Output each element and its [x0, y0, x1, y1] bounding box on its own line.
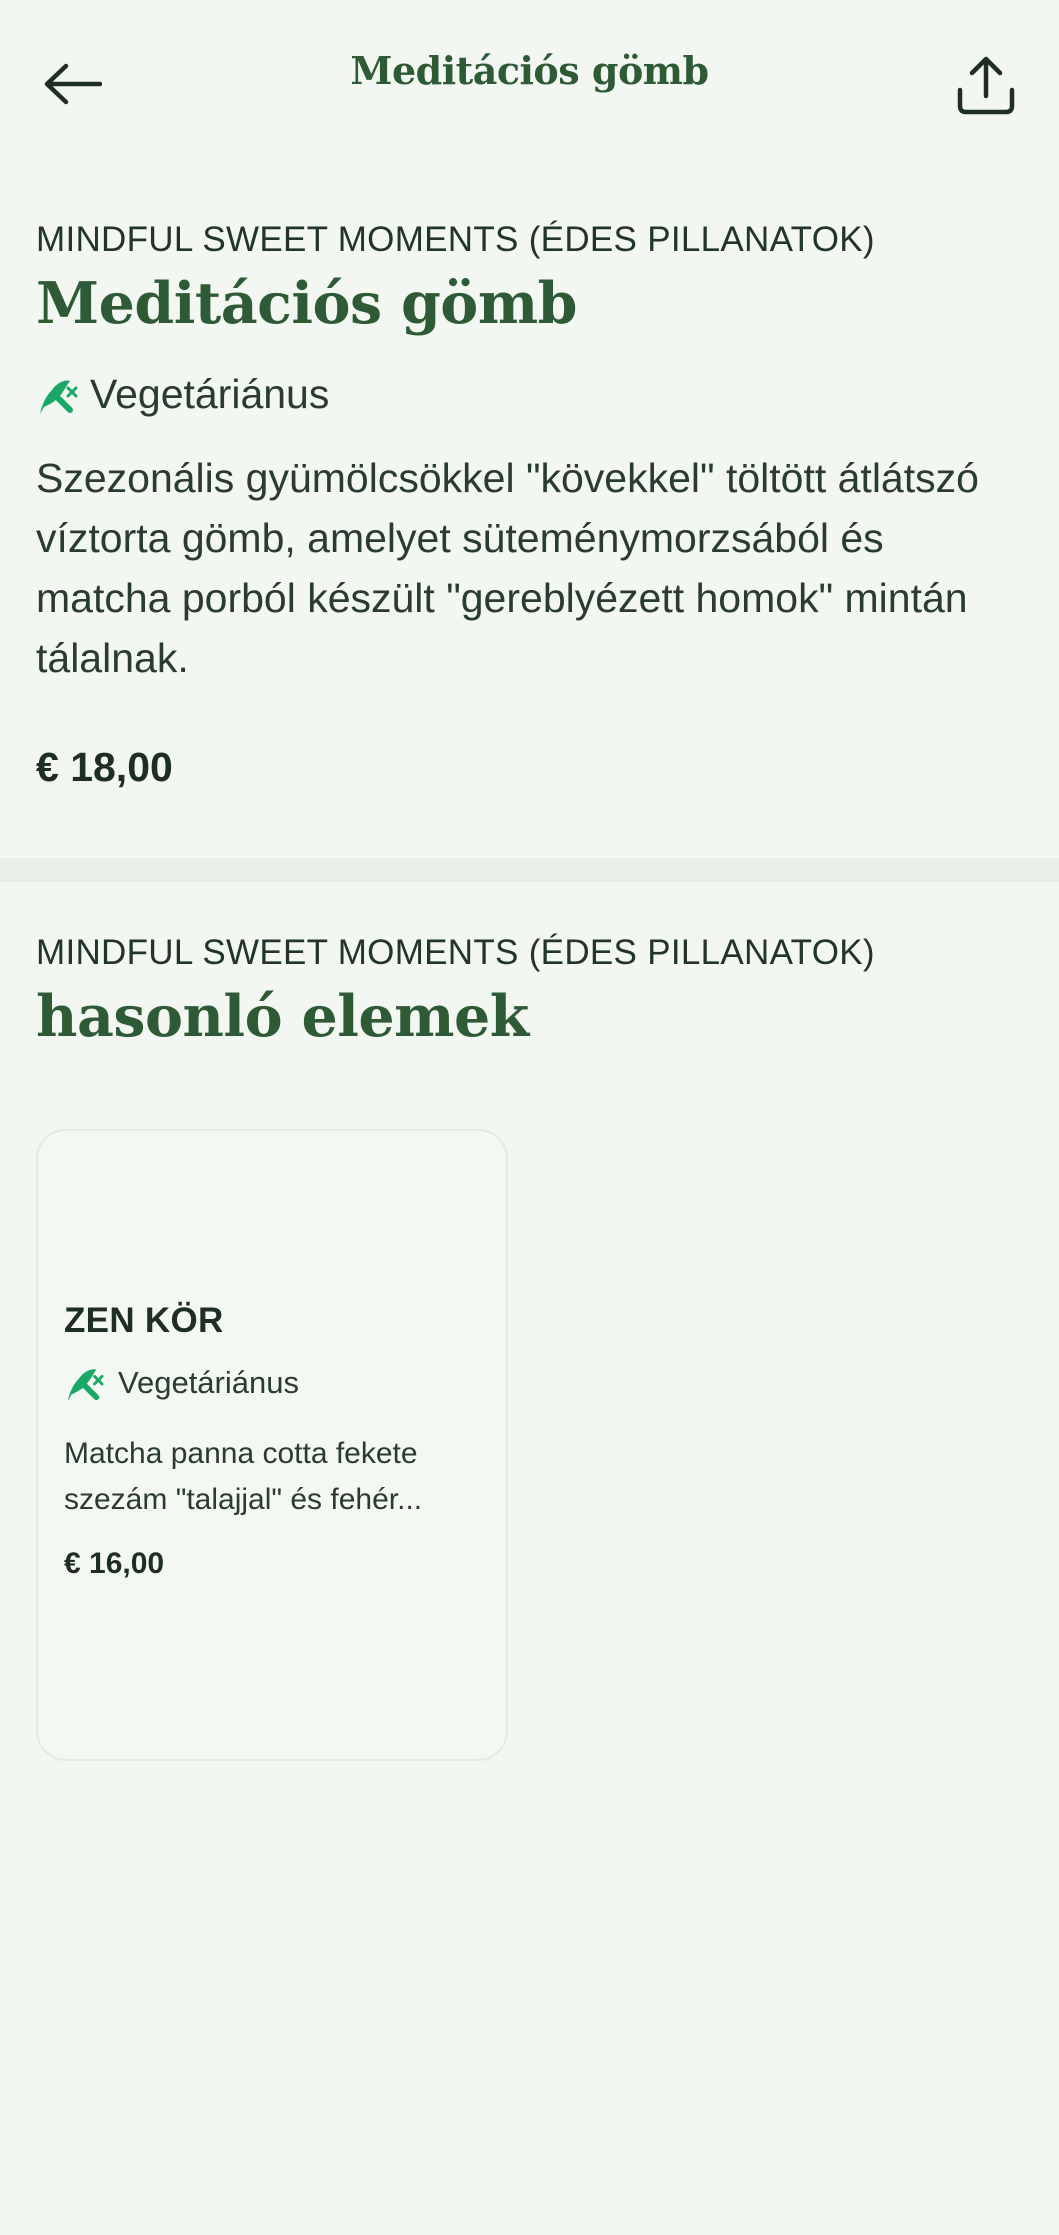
share-button[interactable] [948, 48, 1024, 124]
card-description-line: Matcha panna cotta fekete [64, 1437, 418, 1470]
item-description: Szezonális gyümölcsökkel "kövekkel" tölt… [36, 455, 979, 681]
item-price: € 18,00 [36, 744, 173, 790]
card-description-line: szezám "talajjal" és fehér... [64, 1483, 423, 1516]
similar-heading: hasonló elemek [36, 983, 529, 1050]
vegetarian-leaf-icon [64, 1363, 104, 1403]
item-details: MINDFUL SWEET MOMENTS (ÉDES PILLANATOK) … [36, 220, 1023, 791]
diet-label: Vegetáriánus [90, 371, 330, 417]
card-item-description: Matcha panna cotta fekete szezám "talajj… [64, 1431, 484, 1523]
similar-category: MINDFUL SWEET MOMENTS (ÉDES PILLANATOK) [36, 933, 875, 972]
card-item-name: ZEN KÖR [64, 1301, 224, 1340]
page-title: Meditációs gömb [350, 48, 709, 93]
top-bar: Meditációs gömb [0, 0, 1059, 160]
similar-item-card[interactable]: ZEN KÖR Vegetáriánus Matcha panna cotta … [36, 1129, 508, 1761]
share-icon [957, 56, 1015, 115]
card-item-price: € 16,00 [64, 1547, 165, 1580]
vegetarian-leaf-icon [36, 374, 78, 416]
card-diet-tag: Vegetáriánus [64, 1363, 484, 1403]
card-diet-label: Vegetáriánus [118, 1365, 299, 1400]
similar-items-header: MINDFUL SWEET MOMENTS (ÉDES PILLANATOK) … [36, 933, 1023, 1050]
item-category: MINDFUL SWEET MOMENTS (ÉDES PILLANATOK) [36, 220, 875, 259]
section-divider [0, 858, 1059, 882]
diet-tag: Vegetáriánus [36, 371, 1023, 418]
item-name: Meditációs gömb [36, 270, 578, 337]
